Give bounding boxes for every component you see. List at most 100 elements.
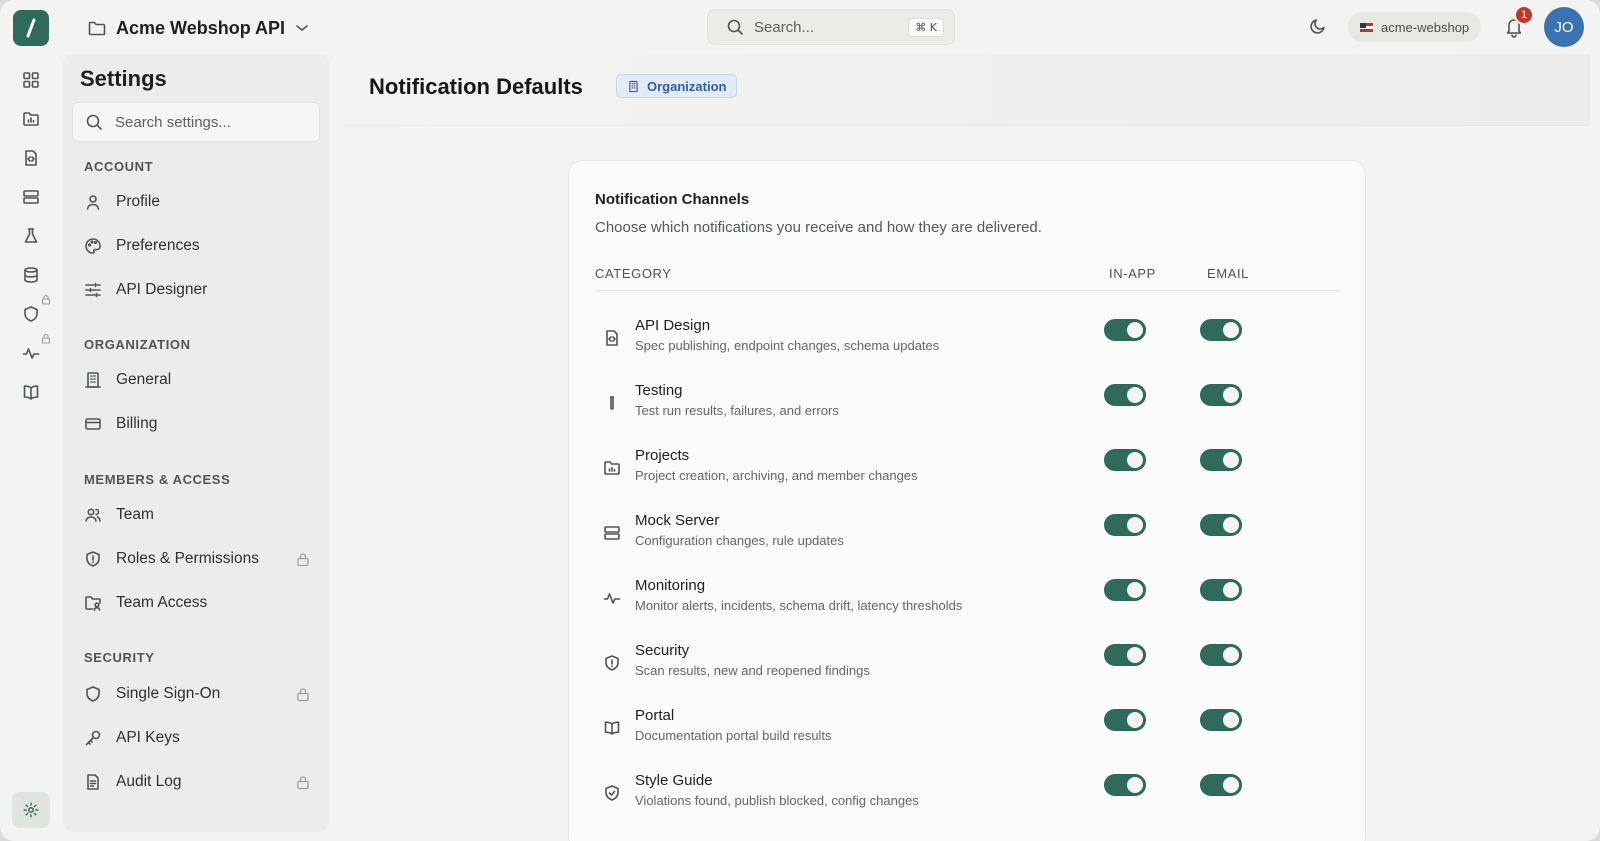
email-toggle[interactable]: [1200, 644, 1242, 666]
email-toggle[interactable]: [1200, 709, 1242, 731]
activity-icon[interactable]: [21, 343, 41, 363]
in-app-toggle[interactable]: [1104, 774, 1146, 796]
shield-alert-icon: [603, 654, 621, 672]
section-label-organization: ORGANIZATION: [84, 337, 191, 352]
global-search[interactable]: Search... ⌘ K: [707, 9, 955, 45]
sidebar-item-label: Billing: [116, 415, 158, 432]
avatar[interactable]: JO: [1544, 7, 1584, 47]
sidebar-item-audit-log[interactable]: Audit Log: [84, 767, 314, 797]
scope-badge: Organization: [616, 74, 738, 98]
book-open-icon: [603, 719, 621, 737]
row-title: API Design: [635, 317, 711, 334]
search-icon: [726, 18, 744, 36]
project-switcher[interactable]: Acme Webshop API: [88, 14, 309, 42]
project-name: Acme Webshop API: [116, 17, 286, 38]
folder-icon: [88, 20, 106, 36]
row-description: Spec publishing, endpoint changes, schem…: [635, 338, 940, 353]
table-row: Style Guide Violations found, publish bl…: [595, 772, 1341, 828]
email-toggle[interactable]: [1200, 514, 1242, 536]
projects-icon[interactable]: [21, 109, 41, 129]
server-icon: [603, 524, 621, 542]
top-bar: Acme Webshop API Search... ⌘ K acme-webs…: [0, 0, 1600, 54]
server-icon[interactable]: [21, 187, 41, 207]
sidebar-item-label: Team: [116, 506, 154, 523]
section-label-security: SECURITY: [84, 650, 155, 665]
settings-title: Settings: [80, 66, 167, 91]
scope-badge-label: Organization: [647, 78, 727, 94]
file-code-icon: [603, 329, 621, 347]
sidebar-item-label: Audit Log: [116, 773, 182, 790]
notification-channels-card: Notification Channels Choose which notif…: [568, 160, 1366, 841]
workspace-switcher[interactable]: acme-webshop: [1348, 12, 1482, 42]
sidebar-item-api-designer[interactable]: API Designer: [84, 275, 314, 305]
settings-search-placeholder: Search settings...: [115, 113, 231, 131]
row-description: Documentation portal build results: [635, 728, 832, 743]
column-header-in-app: IN-APP: [1109, 266, 1156, 281]
row-description: Monitor alerts, incidents, schema drift,…: [635, 598, 963, 613]
in-app-toggle[interactable]: [1104, 449, 1146, 471]
sidebar-item-single-sign-on[interactable]: Single Sign-On: [84, 679, 314, 709]
moon-icon[interactable]: [1308, 16, 1328, 36]
table-row: Security Scan results, new and reopened …: [595, 642, 1341, 698]
settings-sidebar: Settings Search settings... ACCOUNT Prof…: [63, 54, 329, 832]
column-header-category: CATEGORY: [595, 266, 672, 281]
shield-icon[interactable]: [21, 304, 41, 324]
user-icon: [84, 193, 102, 211]
in-app-toggle[interactable]: [1104, 644, 1146, 666]
sidebar-item-team[interactable]: Team: [84, 500, 314, 530]
settings-search-input[interactable]: Search settings...: [72, 102, 320, 142]
folder-users-icon: [84, 594, 102, 612]
table-row: API Design Spec publishing, endpoint cha…: [595, 317, 1341, 373]
in-app-toggle[interactable]: [1104, 579, 1146, 601]
dashboard-icon[interactable]: [21, 70, 41, 90]
lock-icon: [41, 333, 51, 344]
notification-badge: 1: [1514, 5, 1534, 25]
sidebar-item-label: General: [116, 371, 172, 388]
table-row: Monitoring Monitor alerts, incidents, sc…: [595, 577, 1341, 633]
email-toggle[interactable]: [1200, 319, 1242, 341]
key-icon: [84, 729, 102, 747]
sidebar-item-preferences[interactable]: Preferences: [84, 231, 314, 261]
app-logo[interactable]: [13, 10, 49, 46]
email-toggle[interactable]: [1200, 774, 1242, 796]
row-description: Configuration changes, rule updates: [635, 533, 844, 548]
sidebar-item-label: Profile: [116, 193, 160, 210]
sidebar-item-label: Single Sign-On: [116, 685, 221, 702]
in-app-toggle[interactable]: [1104, 514, 1146, 536]
shield-icon: [84, 550, 102, 568]
sidebar-item-general[interactable]: General: [84, 365, 314, 395]
email-toggle[interactable]: [1200, 579, 1242, 601]
row-description: Project creation, archiving, and member …: [635, 468, 918, 483]
test-tube-icon[interactable]: [21, 226, 41, 246]
folder-chart-icon: [603, 459, 621, 477]
shield-icon: [84, 685, 102, 703]
sidebar-item-profile[interactable]: Profile: [84, 187, 314, 217]
workspace-name: acme-webshop: [1381, 19, 1470, 35]
in-app-toggle[interactable]: [1104, 709, 1146, 731]
users-icon: [84, 506, 102, 524]
table-row: Portal Documentation portal build result…: [595, 707, 1341, 763]
email-toggle[interactable]: [1200, 449, 1242, 471]
file-text-icon: [84, 773, 102, 791]
row-title: Mock Server: [635, 512, 720, 529]
in-app-toggle[interactable]: [1104, 384, 1146, 406]
sidebar-item-api-keys[interactable]: API Keys: [84, 723, 314, 753]
credit-card-icon: [84, 415, 102, 433]
book-open-icon[interactable]: [21, 382, 41, 402]
row-title: Monitoring: [635, 577, 706, 594]
sidebar-item-label: API Keys: [116, 729, 180, 746]
in-app-toggle[interactable]: [1104, 319, 1146, 341]
settings-gear-icon[interactable]: [12, 792, 50, 828]
database-icon[interactable]: [21, 265, 41, 285]
sidebar-item-label: Roles & Permissions: [116, 550, 259, 567]
api-design-icon[interactable]: [21, 148, 41, 168]
table-row: Projects Project creation, archiving, an…: [595, 447, 1341, 503]
sidebar-item-roles-permissions[interactable]: Roles & Permissions: [84, 544, 314, 574]
row-title: Style Guide: [635, 772, 713, 789]
sidebar-item-team-access[interactable]: Team Access: [84, 588, 314, 618]
lock-icon: [296, 552, 310, 567]
sidebar-item-billing[interactable]: Billing: [84, 409, 314, 439]
lock-icon: [296, 687, 310, 702]
card-title: Notification Channels: [595, 191, 750, 208]
email-toggle[interactable]: [1200, 384, 1242, 406]
